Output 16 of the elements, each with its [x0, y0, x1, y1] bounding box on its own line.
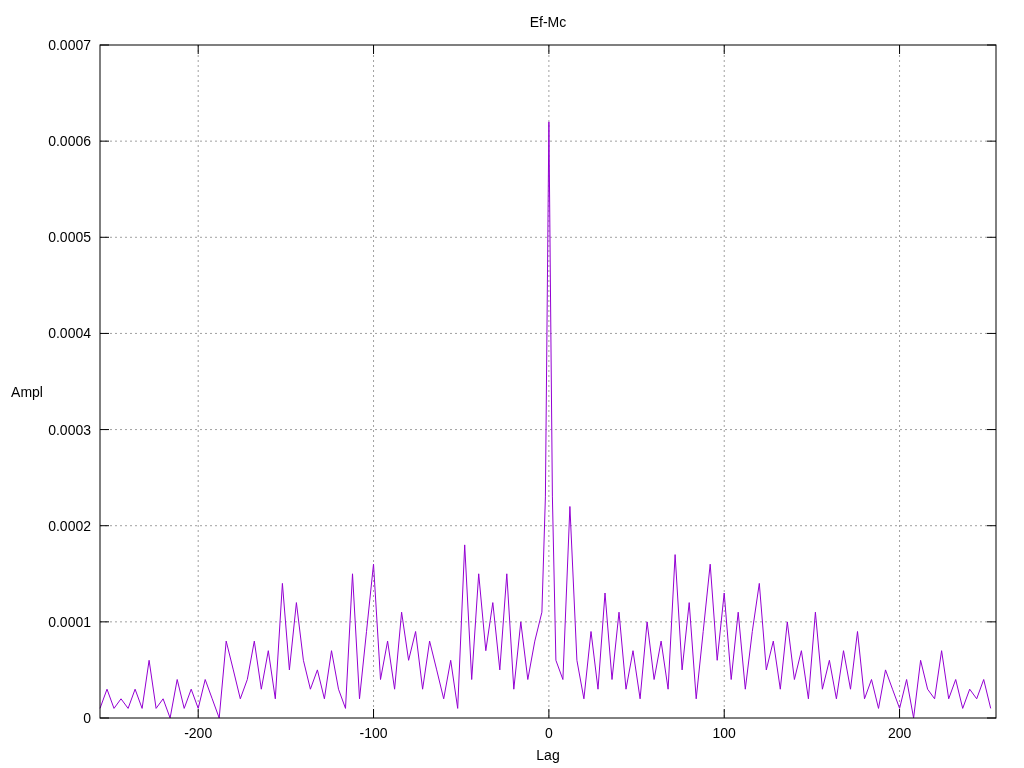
tick-label: 100 — [712, 725, 736, 741]
tick-label: 0 — [83, 710, 91, 726]
x-axis-label: Lag — [536, 747, 560, 763]
tick-label: 0.0003 — [48, 421, 91, 438]
chart-title: Ef-Mc — [529, 14, 567, 30]
tick-label: 0.0004 — [48, 325, 91, 342]
y-axis-label: Ampl — [11, 384, 43, 400]
tick-label: 0.0006 — [48, 133, 91, 150]
tick-label: 0.0007 — [48, 37, 91, 53]
tick-label: -200 — [184, 725, 213, 741]
tick-label: 0.0005 — [48, 229, 91, 246]
tick-label: -100 — [359, 725, 388, 741]
tick-label: 0 — [545, 725, 553, 741]
tick-label: 200 — [887, 725, 912, 741]
tick-label: 0.0002 — [48, 517, 91, 534]
tick-label: 0.0001 — [48, 613, 91, 630]
